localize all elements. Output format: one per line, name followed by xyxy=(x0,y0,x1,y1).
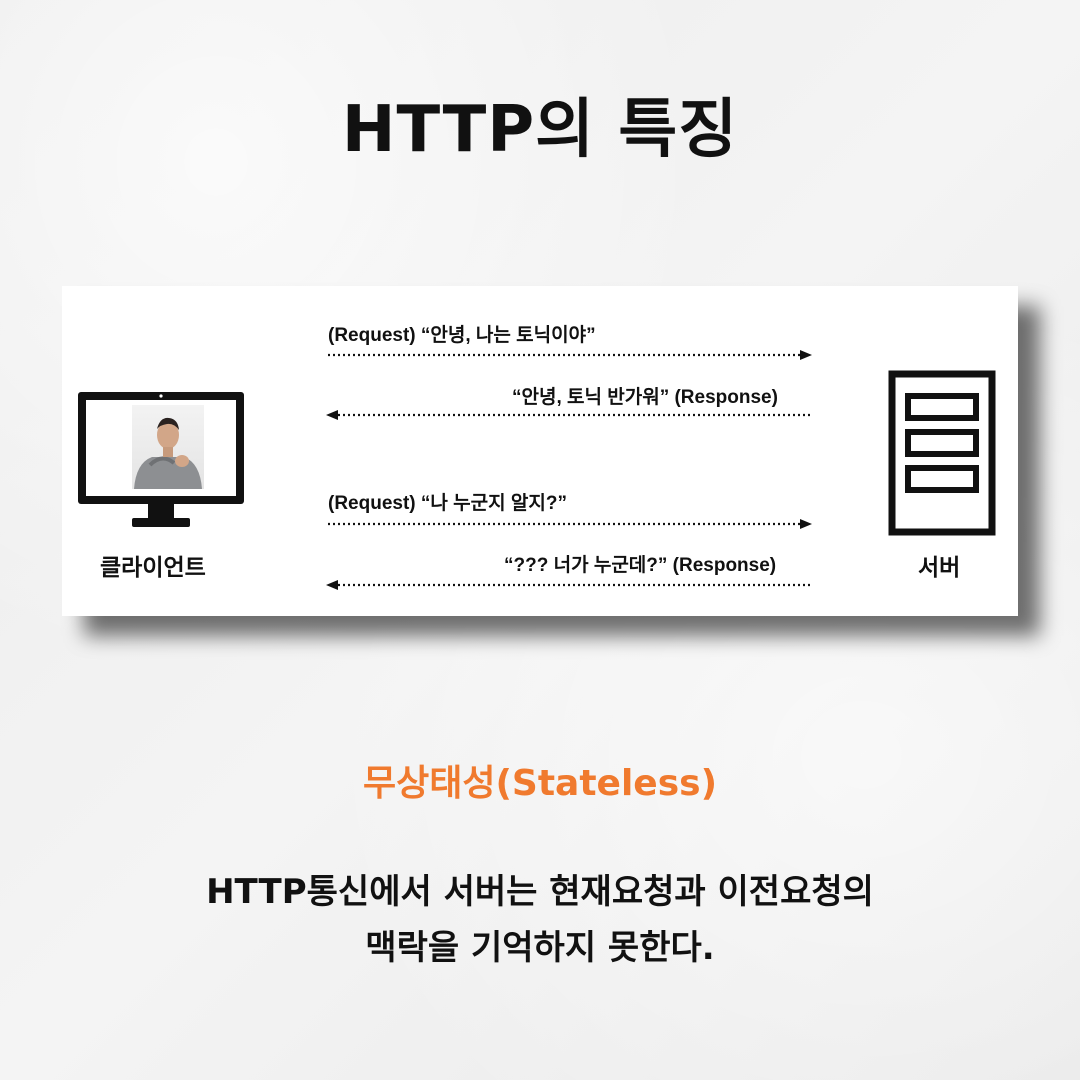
description-line-2: 맥락을 기억하지 못한다. xyxy=(365,928,715,968)
response-arrow-1 xyxy=(326,410,810,420)
person-photo xyxy=(132,405,204,489)
server-label: 서버 xyxy=(918,555,961,581)
response-message-2: “??? 너가 누군데?” (Response) xyxy=(504,555,777,576)
response-arrow-2 xyxy=(326,580,810,590)
section-subtitle: 무상태성(Stateless) xyxy=(362,763,718,804)
request-arrow-1 xyxy=(328,350,812,360)
description-text: HTTP통신에서 서버는 현재요청과 이전요청의 맥락을 기억하지 못한다. xyxy=(0,864,1080,976)
request-message-2: (Request) “나 누군지 알지?” xyxy=(328,493,567,514)
client-label: 클라이언트 xyxy=(100,555,206,581)
page-title: HTTP의 특징 xyxy=(341,93,739,167)
description-line-1: HTTP통신에서 서버는 현재요청과 이전요청의 xyxy=(206,872,874,912)
diagram-card: (Request) “안녕, 나는 토닉이야” “안녕, 토닉 반가워” (Re… xyxy=(62,286,1018,616)
server-icon xyxy=(888,370,996,536)
request-arrow-2 xyxy=(328,519,812,529)
request-message-1: (Request) “안녕, 나는 토닉이야” xyxy=(328,325,596,346)
response-message-1: “안녕, 토닉 반가워” (Response) xyxy=(512,387,778,408)
